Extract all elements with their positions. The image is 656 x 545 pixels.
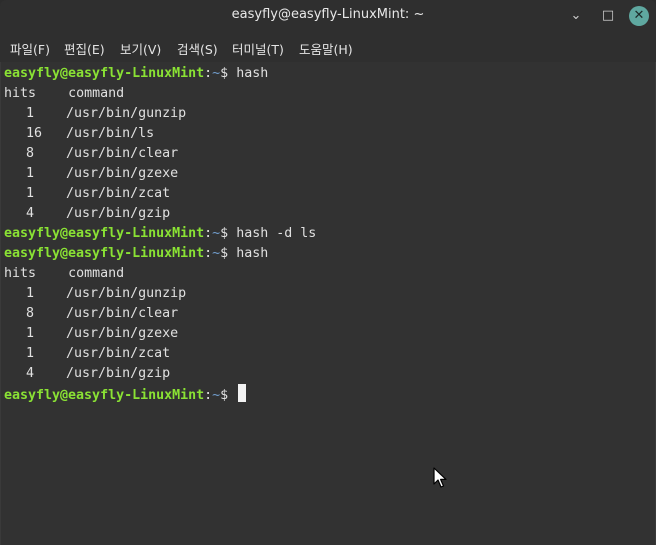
table-header: hits command — [4, 264, 124, 284]
command-path: /usr/bin/clear — [66, 146, 179, 161]
command-header: command — [68, 86, 125, 101]
table-row: 8 /usr/bin/clear — [4, 144, 178, 164]
prompt-end: $ — [220, 66, 237, 81]
command-path: /usr/bin/zcat — [66, 186, 171, 201]
prompt-path: ~ — [212, 66, 221, 81]
prompt-user: easyfly@easyfly-LinuxMint — [4, 246, 205, 261]
terminal-output[interactable]: easyfly@easyfly-LinuxMint:~$ hash hits c… — [0, 62, 656, 545]
menu-view[interactable]: 보기(V) — [120, 39, 161, 58]
prompt-path: ~ — [212, 226, 221, 241]
prompt-separator: : — [204, 226, 213, 241]
table-row: 4 /usr/bin/gzip — [4, 204, 170, 224]
command-path: /usr/bin/gzexe — [66, 326, 179, 341]
table-row: 1 /usr/bin/gzexe — [4, 164, 178, 184]
prompt-user: easyfly@easyfly-LinuxMint — [4, 388, 205, 403]
table-row: 1 /usr/bin/gunzip — [4, 104, 186, 124]
prompt-user: easyfly@easyfly-LinuxMint — [4, 226, 205, 241]
command-path: /usr/bin/gzip — [66, 366, 171, 381]
prompt-user: easyfly@easyfly-LinuxMint — [4, 66, 205, 81]
prompt-end: $ — [220, 226, 237, 241]
text-cursor — [238, 384, 247, 402]
hits-value: 8 — [25, 146, 34, 161]
prompt-line: easyfly@easyfly-LinuxMint:~$ hash — [4, 64, 268, 84]
table-row: 16 /usr/bin/ls — [4, 124, 154, 144]
minimize-icon[interactable]: ⌄ — [566, 6, 586, 26]
menu-file[interactable]: 파일(F) — [10, 39, 50, 58]
hits-value: 4 — [25, 366, 34, 381]
table-row: 8 /usr/bin/clear — [4, 304, 178, 324]
prompt-line: easyfly@easyfly-LinuxMint:~$ hash — [4, 244, 268, 264]
table-row: 1 /usr/bin/zcat — [4, 344, 170, 364]
hits-value: 8 — [25, 306, 34, 321]
hits-value: 1 — [25, 346, 34, 361]
hits-value: 1 — [25, 326, 34, 341]
prompt-line: easyfly@easyfly-LinuxMint:~$ hash -d ls — [4, 224, 316, 244]
hits-value: 1 — [25, 166, 34, 181]
hits-header: hits — [4, 266, 37, 281]
window-title: easyfly@easyfly-LinuxMint: ~ — [231, 7, 425, 22]
prompt-end: $ — [220, 246, 237, 261]
prompt-separator: : — [204, 388, 213, 403]
prompt-separator: : — [204, 246, 213, 261]
prompt-line: easyfly@easyfly-LinuxMint:~$ — [4, 384, 247, 404]
menu-search[interactable]: 검색(S) — [177, 39, 218, 58]
prompt-end: $ — [220, 388, 237, 403]
command-path: /usr/bin/gzexe — [66, 166, 179, 181]
hits-value: 1 — [25, 106, 34, 121]
terminal-window: easyfly@easyfly-LinuxMint: ~ ⌄ □ ✕ 파일(F)… — [0, 0, 656, 545]
command-path: /usr/bin/ls — [66, 126, 155, 141]
command-path: /usr/bin/clear — [66, 306, 179, 321]
table-row: 1 /usr/bin/gunzip — [4, 284, 186, 304]
menu-terminal[interactable]: 터미널(T) — [232, 39, 284, 58]
table-row: 4 /usr/bin/gzip — [4, 364, 170, 384]
table-row: 1 /usr/bin/gzexe — [4, 324, 178, 344]
mouse-pointer-icon — [433, 467, 447, 488]
menu-edit[interactable]: 편집(E) — [64, 39, 105, 58]
title-bar[interactable]: easyfly@easyfly-LinuxMint: ~ ⌄ □ ✕ — [0, 0, 656, 32]
prompt-separator: : — [204, 66, 213, 81]
command-path: /usr/bin/gunzip — [66, 106, 187, 121]
hits-header: hits — [4, 86, 37, 101]
prompt-path: ~ — [212, 246, 221, 261]
maximize-icon[interactable]: □ — [598, 6, 618, 26]
table-header: hits command — [4, 84, 124, 104]
menu-bar: 파일(F) 편집(E) 보기(V) 검색(S) 터미널(T) 도움말(H) — [0, 32, 656, 62]
command-text: hash — [236, 246, 269, 261]
hits-value: 16 — [25, 126, 42, 141]
command-text: hash — [236, 66, 269, 81]
command-text: hash -d ls — [236, 226, 317, 241]
table-row: 1 /usr/bin/zcat — [4, 184, 170, 204]
command-path: /usr/bin/gunzip — [66, 286, 187, 301]
menu-help[interactable]: 도움말(H) — [299, 39, 353, 58]
hits-value: 1 — [25, 286, 34, 301]
hits-value: 4 — [25, 206, 34, 221]
prompt-path: ~ — [212, 388, 221, 403]
hits-value: 1 — [25, 186, 34, 201]
command-path: /usr/bin/zcat — [66, 346, 171, 361]
close-icon[interactable]: ✕ — [629, 6, 649, 26]
command-path: /usr/bin/gzip — [66, 206, 171, 221]
command-header: command — [68, 266, 125, 281]
